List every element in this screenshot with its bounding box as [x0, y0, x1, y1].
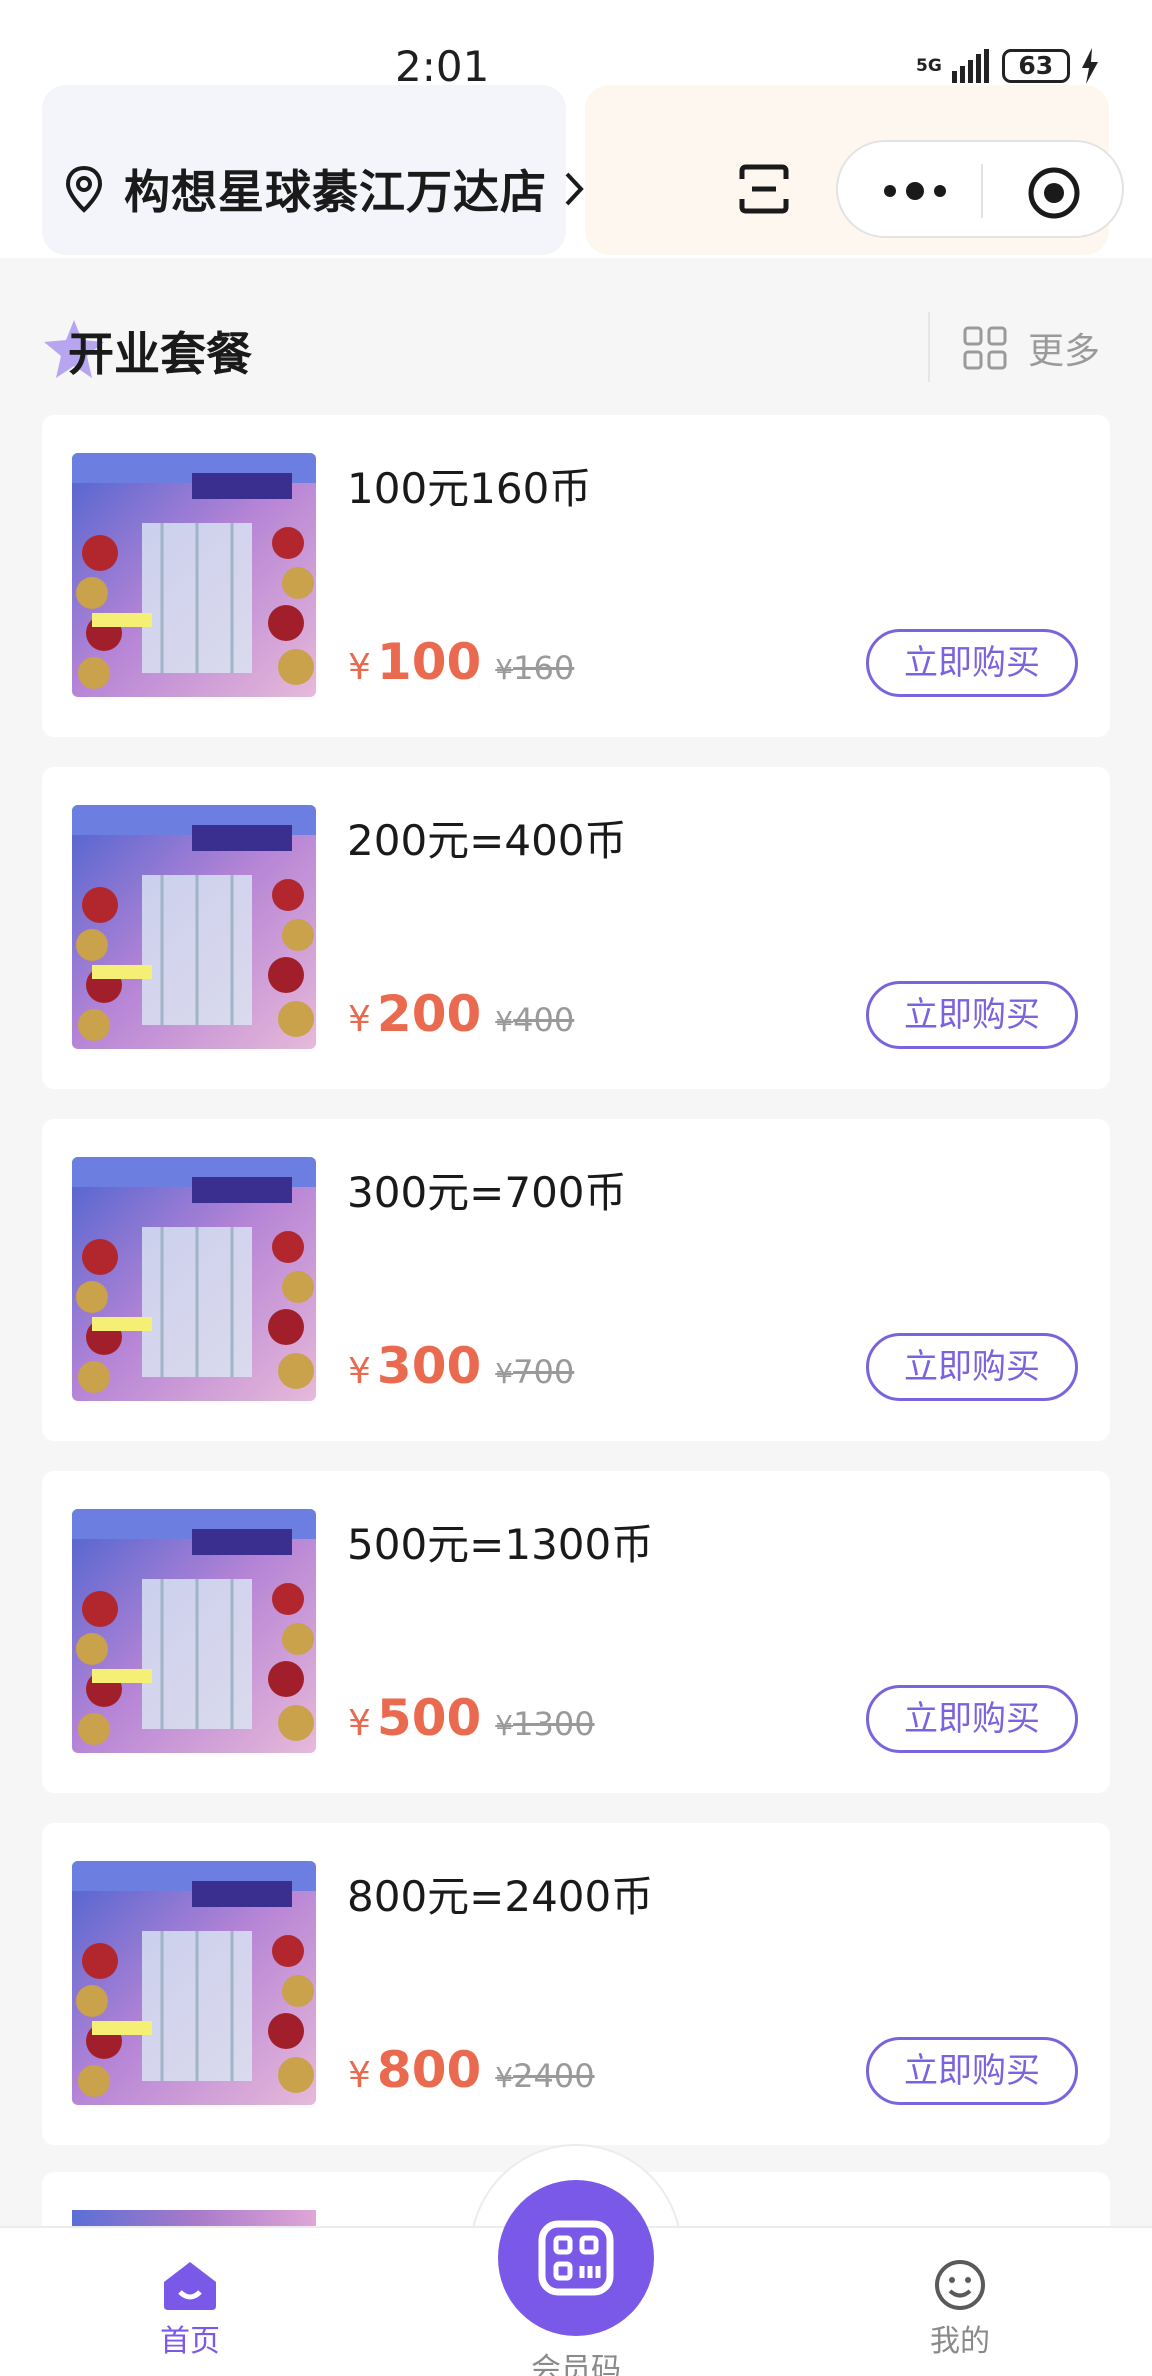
store-selector[interactable]: 构想星球綦江万达店: [64, 160, 585, 219]
store-name: 构想星球綦江万达店: [124, 165, 547, 219]
nav-home-label: 首页: [160, 2324, 220, 2359]
product-card[interactable]: 300元=700币 ¥ 300 ¥ 700 立即购买: [42, 1119, 1110, 1441]
currency-symbol: ¥: [348, 1703, 371, 1744]
home-icon: [164, 2262, 216, 2310]
section-divider: [928, 312, 930, 382]
buy-now-button[interactable]: 立即购买: [866, 629, 1078, 697]
product-price: 100: [376, 633, 482, 691]
product-card[interactable]: 100元160币 ¥ 100 ¥ 160 立即购买: [42, 415, 1110, 737]
nav-mine-label: 我的: [930, 2324, 990, 2359]
product-price: 200: [376, 985, 482, 1043]
product-list: 100元160币 ¥ 100 ¥ 160 立即购买 200元=400币 ¥ 20…: [42, 415, 1110, 2175]
price-group: ¥ 100 ¥ 160: [348, 633, 574, 691]
original-price: 1300: [513, 1705, 595, 1743]
chevron-right-icon: [565, 172, 584, 206]
original-price: 700: [513, 1353, 575, 1391]
product-image: [72, 1509, 316, 1753]
original-currency-symbol: ¥: [495, 1005, 514, 1038]
signal-icon: [951, 49, 989, 83]
product-title: 200元=400币: [347, 816, 627, 865]
battery-indicator: 63: [1001, 49, 1070, 83]
miniprogram-capsule: [836, 140, 1124, 238]
product-image: [72, 805, 316, 1049]
member-code-button[interactable]: [498, 2180, 654, 2336]
product-image: [72, 1157, 316, 1401]
currency-symbol: ¥: [348, 1351, 371, 1392]
original-price: 400: [513, 1001, 575, 1039]
product-title: 100元160币: [347, 464, 592, 513]
buy-now-button[interactable]: 立即购买: [866, 1685, 1078, 1753]
qr-code-icon: [538, 2220, 614, 2296]
network-indicator: 5G: [916, 55, 942, 76]
buy-now-button[interactable]: 立即购买: [866, 981, 1078, 1049]
smile-icon: [935, 2260, 985, 2310]
charging-icon: [1081, 48, 1098, 84]
nav-member-code-label: 会员码: [531, 2352, 621, 2376]
product-title: 800元=2400币: [347, 1872, 654, 1921]
scan-icon[interactable]: [738, 163, 790, 215]
location-pin-icon: [65, 165, 103, 213]
product-card[interactable]: 800元=2400币 ¥ 800 ¥ 2400 立即购买: [42, 1823, 1110, 2145]
price-group: ¥ 500 ¥ 1300: [348, 1689, 595, 1747]
product-price: 800: [376, 2041, 482, 2099]
original-price: 160: [513, 649, 575, 687]
product-title: 500元=1300币: [347, 1520, 654, 1569]
original-currency-symbol: ¥: [495, 2061, 514, 2094]
grid-icon: [963, 326, 1007, 370]
currency-symbol: ¥: [348, 2055, 371, 2096]
product-card[interactable]: 200元=400币 ¥ 200 ¥ 400 立即购买: [42, 767, 1110, 1089]
nav-member-code[interactable]: 会员码: [500, 2344, 652, 2376]
section-title: 开业套餐: [68, 327, 252, 381]
nav-home[interactable]: 首页: [130, 2258, 250, 2360]
buy-now-button[interactable]: 立即购买: [866, 1333, 1078, 1401]
product-image: [72, 453, 316, 697]
status-time: 2:01: [395, 42, 490, 91]
price-group: ¥ 200 ¥ 400: [348, 985, 574, 1043]
capsule-divider: [981, 164, 983, 218]
status-icons: 5G 63: [916, 44, 1100, 88]
product-card[interactable]: 500元=1300币 ¥ 500 ¥ 1300 立即购买: [42, 1471, 1110, 1793]
price-group: ¥ 300 ¥ 700: [348, 1337, 574, 1395]
product-price: 500: [376, 1689, 482, 1747]
currency-symbol: ¥: [348, 999, 371, 1040]
buy-now-button[interactable]: 立即购买: [866, 2037, 1078, 2105]
nav-mine[interactable]: 我的: [900, 2258, 1020, 2360]
currency-symbol: ¥: [348, 647, 371, 688]
more-link[interactable]: 更多: [962, 322, 1100, 374]
original-currency-symbol: ¥: [495, 1357, 514, 1390]
original-currency-symbol: ¥: [495, 1709, 514, 1742]
product-price: 300: [376, 1337, 482, 1395]
original-currency-symbol: ¥: [495, 653, 514, 686]
section-header: 开业套餐 更多: [42, 312, 1110, 382]
product-title: 300元=700币: [347, 1168, 627, 1217]
close-miniprogram-icon[interactable]: [1027, 166, 1081, 220]
more-label: 更多: [1028, 331, 1101, 372]
original-price: 2400: [513, 2057, 595, 2095]
product-image: [72, 1861, 316, 2105]
more-options-icon[interactable]: [880, 180, 950, 202]
price-group: ¥ 800 ¥ 2400: [348, 2041, 595, 2099]
